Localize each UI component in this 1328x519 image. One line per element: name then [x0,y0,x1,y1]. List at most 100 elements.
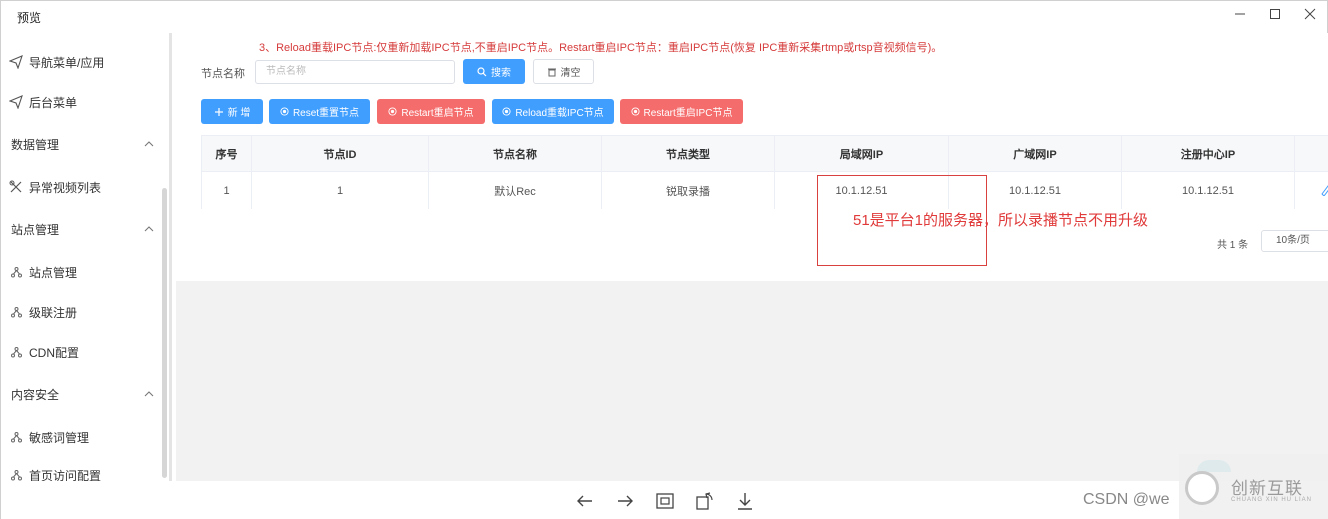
reload-ipc-button[interactable]: Reload重载IPC节点 [492,99,614,124]
plus-icon [214,107,223,116]
restart-ipc-button[interactable]: Restart重启IPC节点 [620,99,743,124]
sidebar-item-label: 数据管理 [11,137,60,152]
share-icon [11,346,22,357]
sidebar-item-cdn-config[interactable]: CDN配置 [11,342,79,362]
trash-icon [547,68,556,76]
sidebar-item-label: 内容安全 [11,387,60,402]
radio-icon [388,107,397,116]
header-cell: 注册中心IP [1122,136,1295,171]
arrow-left-icon[interactable] [574,490,596,512]
sidebar-item-abnormal-video[interactable]: 异常视频列表 [9,177,101,197]
chevron-up-icon[interactable] [144,139,154,149]
clear-button[interactable]: 清空 [533,59,594,84]
share-icon [11,431,22,442]
brand-logo-icon [1185,471,1219,505]
sidebar-scrollbar[interactable] [162,188,167,478]
sidebar-item-label: 异常视频列表 [29,180,102,195]
add-button-label: 新 增 [227,108,251,119]
header-cell: 节点类型 [602,136,775,171]
minimize-icon [1235,13,1245,15]
download-icon[interactable] [734,490,756,512]
node-name-input[interactable]: 节点名称 [255,60,455,84]
close-icon [1304,8,1316,20]
sidebar-item-label: 站点管理 [29,265,78,280]
sidebar-item-label: CDN配置 [29,345,79,360]
sidebar-item-label: 敏感词管理 [29,430,90,445]
header-cell: 序号 [202,136,252,171]
main-content: 3、Reload重载IPC节点:仅重新加载IPC节点,不重启IPC节点。Rest… [176,33,1328,481]
table-header: 序号 节点ID 节点名称 节点类型 局域网IP 广域网IP 注册中心IP [202,136,1328,172]
sidebar-group-content-security[interactable]: 内容安全 [11,384,59,404]
radio-icon [630,107,640,116]
sidebar-item-site-management[interactable]: 站点管理 [11,262,77,282]
header-cell: 广域网IP [949,136,1122,171]
table-cell: 1 [252,172,429,209]
share-icon [11,266,22,277]
sidebar-item-label: 级联注册 [29,305,78,320]
reset-node-label: Reset重置节点 [292,108,360,119]
sidebar-group-site[interactable]: 站点管理 [11,219,59,239]
sidebar-item-cascade-register[interactable]: 级联注册 [11,302,77,322]
share-icon [11,470,22,481]
brand-name: 创新互联 [1231,479,1303,498]
table-cell: 锐取录播 [602,172,775,209]
sidebar-item-label: 导航菜单/应用 [29,55,105,70]
restart-node-label: Restart重启节点 [401,108,474,119]
table-cell: 1 [202,172,252,209]
annotation-text: 51是平台1的服务器，所以录播节点不用升级 [853,212,1149,229]
notice-text: 3、Reload重载IPC节点:仅重新加载IPC节点,不重启IPC节点。Rest… [259,42,943,54]
radio-icon [280,107,289,116]
restart-node-button[interactable]: Restart重启节点 [377,99,485,124]
csdn-watermark: CSDN @we [1083,491,1170,508]
edit-icon[interactable] [1320,184,1328,196]
add-button[interactable]: 新 增 [201,99,263,124]
header-cell: 节点ID [252,136,429,171]
maximize-icon [1270,9,1280,19]
chevron-up-icon[interactable] [144,224,154,234]
search-button-label: 搜索 [491,68,511,79]
minimize-button[interactable] [1229,5,1251,23]
clear-button-label: 清空 [560,68,581,79]
sidebar-item-nav-menu[interactable]: 导航菜单/应用 [9,52,104,72]
header-cell: 节点名称 [429,136,602,171]
brand-name-en: CHUANG XIN HU LIAN [1231,497,1313,503]
rotate-icon[interactable] [694,490,716,512]
send-icon [9,95,23,109]
page-size-value: 10条/页 [1276,235,1310,246]
search-icon [477,66,487,76]
table-row[interactable]: 1 1 默认Rec 锐取录播 10.1.12.51 10.1.12.51 10.… [202,172,1328,209]
header-cell: 局域网IP [775,136,949,171]
brand-watermark: 创新互联 CHUANG XIN HU LIAN [1179,454,1328,519]
fit-screen-icon[interactable] [654,490,676,512]
sidebar: 导航菜单/应用 后台菜单 数据管理 异常视频列表 站点管理 站点管理 级联注册 … [1,33,171,481]
sidebar-item-homepage-access[interactable]: 首页访问配置 [11,467,101,481]
reset-node-button[interactable]: Reset重置节点 [269,99,370,124]
restart-ipc-label: Restart重启IPC节点 [643,108,733,119]
close-button[interactable] [1299,5,1321,23]
sidebar-group-data[interactable]: 数据管理 [11,134,59,154]
share-icon [11,306,22,317]
table-cell: 10.1.12.51 [1122,172,1295,209]
tools-icon [9,180,22,193]
sidebar-item-admin-menu[interactable]: 后台菜单 [9,92,77,112]
search-button[interactable]: 搜索 [463,59,525,84]
arrow-right-icon[interactable] [614,490,636,512]
chevron-up-icon[interactable] [144,389,154,399]
node-table: 序号 节点ID 节点名称 节点类型 局域网IP 广域网IP 注册中心IP 1 1… [201,135,1328,209]
title-bar: 预览 [1,1,1328,33]
radio-icon [502,107,511,116]
window-title: 预览 [17,11,42,25]
table-cell: 默认Rec [429,172,602,209]
maximize-button[interactable] [1264,5,1286,23]
preview-window: 预览 导航菜单/应用 后台菜单 数据管理 异常视频列表 站点管理 站点管理 级联… [0,0,1328,519]
sidebar-divider [169,33,172,481]
reload-ipc-label: Reload重载IPC节点 [515,108,604,119]
node-panel: 3、Reload重载IPC节点:仅重新加载IPC节点,不重启IPC节点。Rest… [176,33,1328,281]
sidebar-item-label: 站点管理 [11,222,60,237]
sidebar-item-sensitive-words[interactable]: 敏感词管理 [11,427,89,447]
pagination-total: 共 1 条 [1217,240,1249,251]
sidebar-item-label: 后台菜单 [29,95,78,110]
node-name-label: 节点名称 [201,68,245,80]
page-size-select[interactable]: 10条/页 [1261,230,1328,252]
sidebar-item-label: 首页访问配置 [29,469,102,481]
